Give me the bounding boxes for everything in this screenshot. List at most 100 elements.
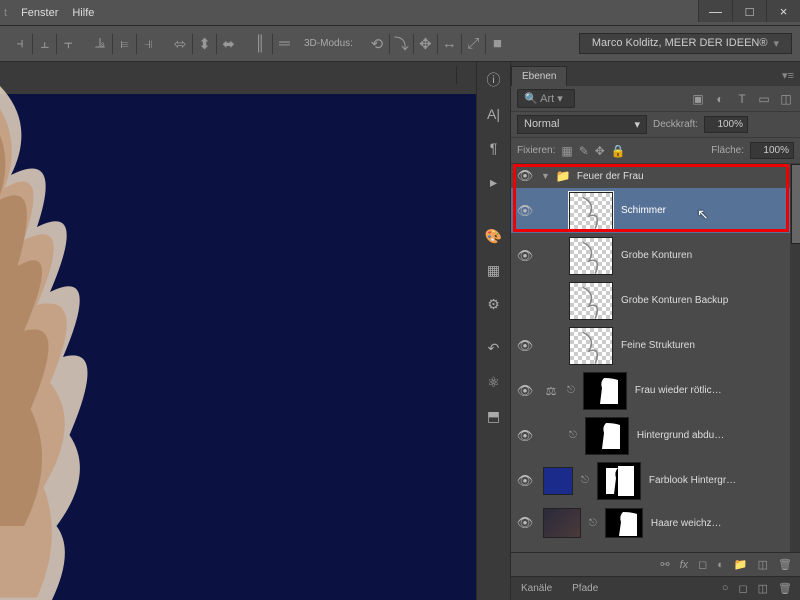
layer-backup[interactable]: Grobe Konturen Backup [511,278,800,323]
menu-hilfe[interactable]: Hilfe [72,7,94,19]
layer-name[interactable]: Feine Strukturen [621,340,695,351]
align-icon[interactable]: ⫟ [56,34,76,54]
lock-all-icon[interactable]: 🔒 [611,144,626,158]
mask-thumbnail[interactable] [585,417,629,455]
spacing-icon[interactable]: ⬄ [168,34,188,54]
spacing-icon[interactable]: ⬍ [192,34,212,54]
color-thumbnail[interactable] [543,467,573,495]
group-icon[interactable]: 📁 [734,558,748,571]
save-selection-icon[interactable]: ◻ [738,582,747,595]
layer-thumbnail[interactable] [569,237,613,275]
visibility-icon[interactable]: 👁 [515,248,535,264]
load-selection-icon[interactable]: ○ [722,582,729,595]
minimize-button[interactable]: — [698,0,732,22]
adjustments-icon[interactable]: ⚙ [484,294,504,314]
new-channel-icon[interactable]: ◫ [758,582,768,595]
paragraph-icon[interactable]: ¶ [484,138,504,158]
layer-thumbnail[interactable] [569,192,613,230]
new-layer-icon[interactable]: ◫ [758,558,768,571]
properties-icon[interactable]: ⬒ [484,406,504,426]
spacing-icon[interactable]: ⬌ [216,34,236,54]
filter-image-icon[interactable]: ▣ [690,91,706,107]
collapse-icon[interactable]: ▸ [484,172,504,192]
opacity-input[interactable]: 100% [704,116,748,133]
lock-pixels-icon[interactable]: ▦ [561,144,572,158]
layer-haare[interactable]: 👁 ⎋ Haare weichz… [511,503,800,543]
pan-icon[interactable]: ✥ [413,34,433,54]
camera-icon[interactable]: ■ [485,34,505,54]
lock-brush-icon[interactable]: ✎ [579,144,589,158]
tab-pfade[interactable]: Pfade [562,579,608,598]
layer-thumbnail[interactable] [569,327,613,365]
mask-icon[interactable]: ◻ [698,558,707,571]
distribute-icon[interactable]: ⫡ [88,34,108,54]
orbit-icon[interactable]: ⟲ [365,34,385,54]
layer-name[interactable]: Haare weichz… [651,518,722,529]
history-icon[interactable]: ↶ [484,338,504,358]
info-icon[interactable]: ⓘ [484,70,504,90]
filter-shape-icon[interactable]: ▭ [756,91,772,107]
layer-name[interactable]: Schimmer [621,205,666,216]
distribute-icon[interactable]: ⫣ [136,34,156,54]
filter-adjust-icon[interactable]: ◐ [712,91,728,107]
delete-channel-icon[interactable]: 🗑 [778,582,792,595]
scale-icon[interactable]: ⤢ [461,34,481,54]
visibility-icon[interactable]: 👁 [515,383,535,399]
roll-icon[interactable]: ⤵ [389,34,409,54]
visibility-icon[interactable]: 👁 [515,338,535,354]
link-layers-icon[interactable]: ⚯ [660,558,669,571]
align-icon[interactable]: ⫞ [8,34,28,54]
lock-position-icon[interactable]: ✥ [595,144,605,158]
fill-input[interactable]: 100% [750,142,794,159]
filter-type-icon[interactable]: T [734,91,750,107]
panel-menu-icon[interactable]: ▾≡ [776,65,800,86]
spacing-icon[interactable]: ═ [272,34,292,54]
dock-collapse-icon[interactable] [456,66,476,84]
slide-icon[interactable]: ↔ [437,34,457,54]
search-input[interactable]: 🔍 Art ▾ [517,89,575,108]
document-canvas[interactable] [0,94,476,600]
close-button[interactable]: × [766,0,800,22]
layer-thumbnail[interactable] [543,508,581,538]
layer-farblook[interactable]: 👁 ⎋ Farblook Hintergr… [511,458,800,503]
fx-icon[interactable]: fx [680,559,689,571]
layer-name[interactable]: Hintergrund abdu… [637,430,724,441]
color-icon[interactable]: 🎨 [484,226,504,246]
adjustment-icon[interactable]: ◐ [717,559,724,571]
layer-name[interactable]: Farblook Hintergr… [649,475,736,486]
visibility-icon[interactable]: 👁 [515,203,535,219]
visibility-icon[interactable]: 👁 [515,428,535,444]
user-credit-dropdown[interactable]: Marco Kolditz, MEER DER IDEEN® ▾ [579,33,792,54]
delete-icon[interactable]: 🗑 [778,558,792,571]
disclosure-icon[interactable]: ▼ [541,171,550,181]
layer-frau-roetlich[interactable]: 👁 ⚖ ⎋ Frau wieder rötlic… [511,368,800,413]
mask-thumbnail[interactable] [583,372,627,410]
layer-name[interactable]: Grobe Konturen [621,250,692,261]
visibility-icon[interactable]: 👁 [515,168,535,184]
distribute-icon[interactable]: ⫢ [112,34,132,54]
mask-thumbnail[interactable] [605,508,643,538]
visibility-icon[interactable]: 👁 [515,473,535,489]
menu-partial[interactable]: t [4,7,7,19]
align-icon[interactable]: ⫠ [32,34,52,54]
scrollbar[interactable] [790,164,800,552]
filter-smart-icon[interactable]: ◫ [778,91,794,107]
mask-thumbnail[interactable] [597,462,641,500]
layer-group[interactable]: 👁 ▼ 📁 Feuer der Frau [511,164,800,188]
layer-hintergrund-abdu[interactable]: 👁 ⎋ Hintergrund abdu… [511,413,800,458]
visibility-icon[interactable]: 👁 [515,515,535,531]
swatches-icon[interactable]: ▦ [484,260,504,280]
spacing-icon[interactable]: ║ [248,34,268,54]
layer-name[interactable]: Grobe Konturen Backup [621,295,728,306]
menu-fenster[interactable]: Fenster [21,7,58,19]
blend-mode-select[interactable]: Normal▾ [517,115,647,134]
layer-grobe-konturen[interactable]: 👁 Grobe Konturen [511,233,800,278]
actions-icon[interactable]: ⚛ [484,372,504,392]
layer-name[interactable]: Frau wieder rötlic… [635,385,722,396]
maximize-button[interactable]: □ [732,0,766,22]
character-icon[interactable]: A| [484,104,504,124]
layer-schimmer[interactable]: 👁 Schimmer [511,188,800,233]
tab-ebenen[interactable]: Ebenen [511,66,567,86]
layer-thumbnail[interactable] [569,282,613,320]
tab-kanaele[interactable]: Kanäle [511,579,562,598]
